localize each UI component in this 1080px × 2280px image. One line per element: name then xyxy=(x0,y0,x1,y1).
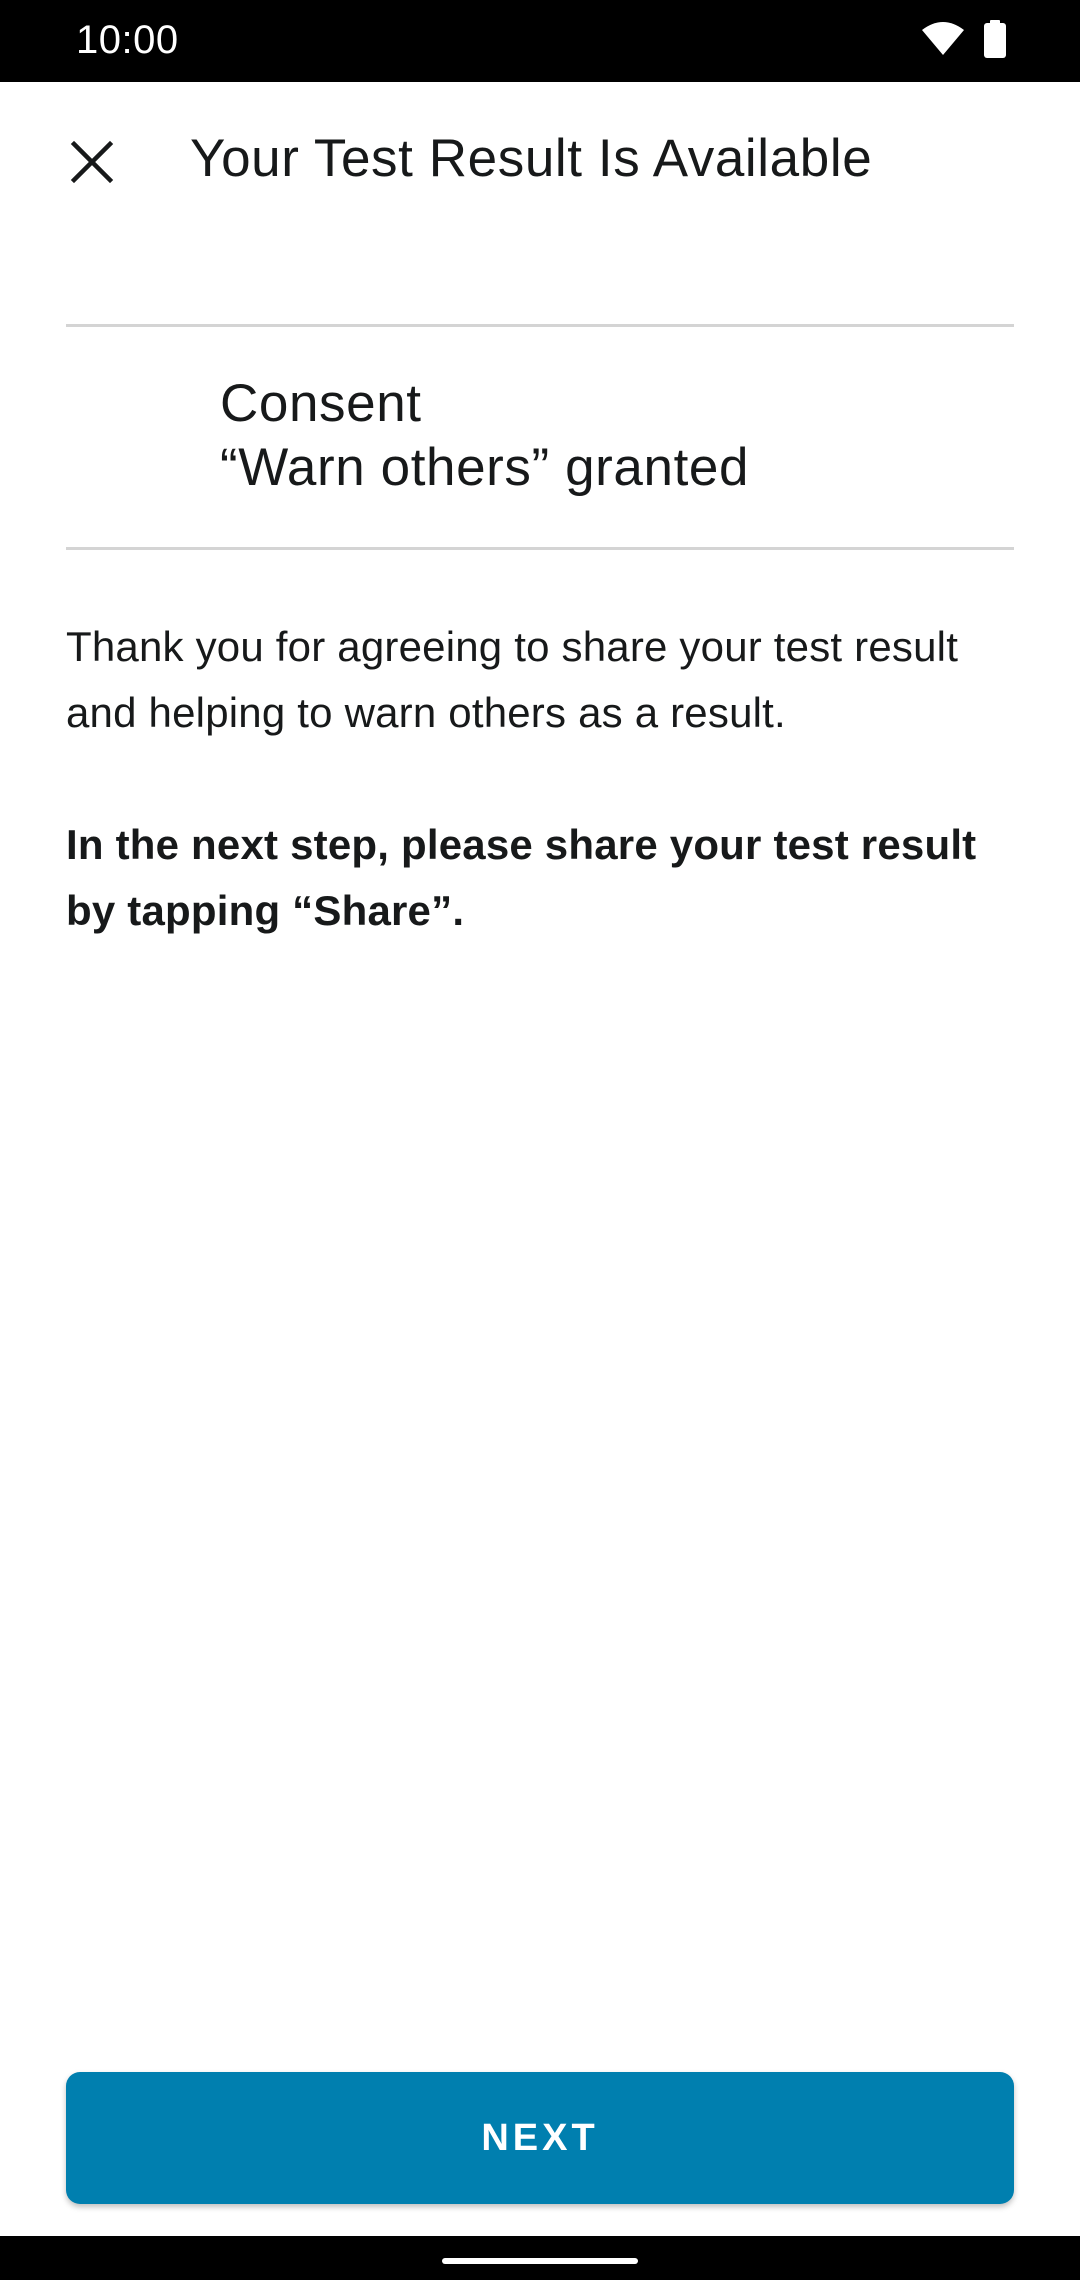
screen: 10:00 Your Test Result Is Available Cons… xyxy=(0,0,1080,2280)
close-icon xyxy=(70,140,114,189)
next-button-label: NEXT xyxy=(481,2116,599,2159)
status-icons xyxy=(922,19,1006,63)
instruction-text: In the next step, please share your test… xyxy=(66,821,977,934)
divider-bottom xyxy=(66,547,1014,550)
status-time: 10:00 xyxy=(76,18,179,62)
next-button[interactable]: NEXT xyxy=(66,2072,1014,2204)
consent-title: Consent xyxy=(220,374,422,433)
navigation-bar xyxy=(0,2236,1080,2280)
status-bar: 10:00 xyxy=(0,0,1080,82)
app-bar: Your Test Result Is Available xyxy=(0,82,1080,242)
thanks-text: Thank you for agreeing to share your tes… xyxy=(66,623,959,736)
wifi-icon xyxy=(922,21,964,61)
page-title: Your Test Result Is Available xyxy=(190,129,873,188)
divider-top xyxy=(66,324,1014,327)
home-gesture-handle[interactable] xyxy=(442,2258,638,2264)
consent-status: Consent “Warn others” granted xyxy=(220,372,1000,500)
battery-icon xyxy=(984,19,1006,63)
close-button[interactable] xyxy=(52,124,132,204)
consent-subtitle: “Warn others” granted xyxy=(220,438,750,497)
